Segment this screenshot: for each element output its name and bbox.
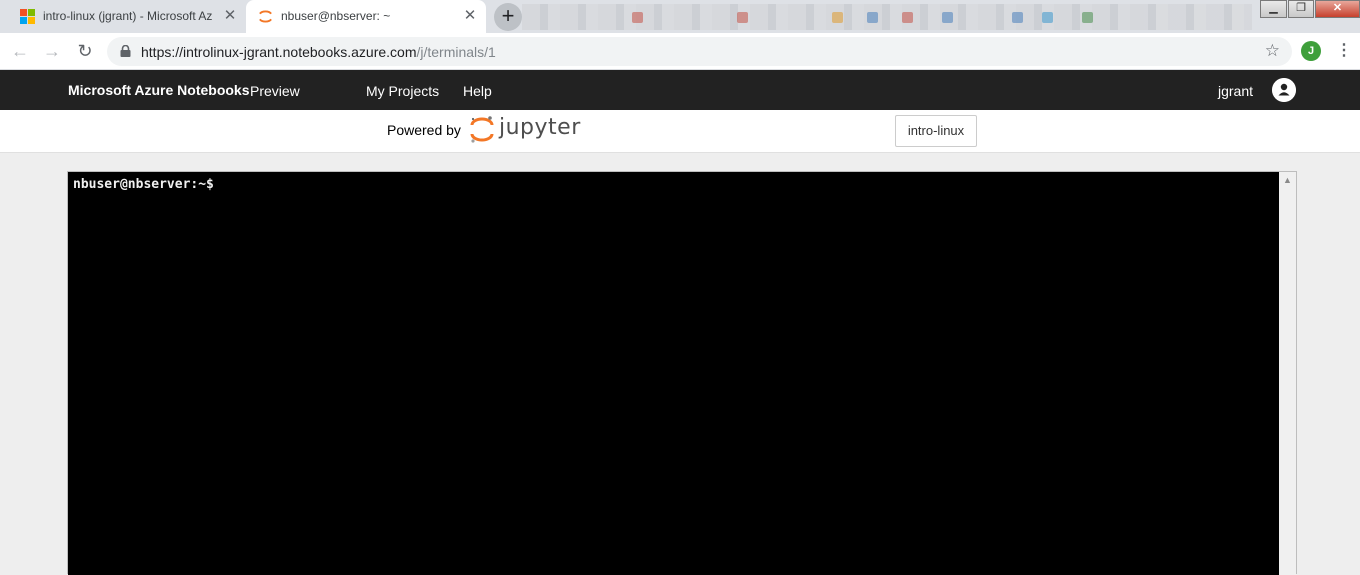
profile-avatar[interactable]: J [1301,41,1321,61]
blurred-bookmarks [522,4,1252,30]
browser-tab-strip: intro-linux (jgrant) - Microsoft Az ✕ nb… [0,0,1360,33]
lock-icon [120,45,131,57]
forward-arrow-icon[interactable]: → [40,40,64,64]
azure-notebooks-header: Microsoft Azure Notebooks Preview My Pro… [0,70,1360,110]
reload-icon[interactable]: ↻ [73,40,97,64]
browser-toolbar: ← → ↻ https://introlinux-jgrant.notebook… [0,33,1360,70]
project-button[interactable]: intro-linux [895,115,977,147]
jupyter-header: Powered by jupyter intro-linux [0,110,1360,153]
window-close-button[interactable]: ✕ [1315,0,1360,18]
scroll-up-arrow-icon[interactable]: ▲ [1279,174,1296,186]
bookmark-star-icon[interactable]: ☆ [1265,41,1280,61]
browser-tab-terminal[interactable]: nbuser@nbserver: ~ ✕ [246,0,486,33]
new-tab-button[interactable]: + [494,3,522,31]
terminal-scrollbar[interactable]: ▲ [1279,172,1296,575]
username-link[interactable]: jgrant [1218,83,1253,99]
url-text: https://introlinux-jgrant.notebooks.azur… [141,44,496,60]
microsoft-logo-icon [20,9,35,24]
terminal[interactable]: nbuser@nbserver:~$ [68,172,1280,575]
browser-menu-icon[interactable]: ⋮ [1336,42,1352,60]
powered-by-label: Powered by [387,122,461,138]
jupyter-logo-icon[interactable] [469,114,495,144]
close-tab-icon[interactable]: ✕ [222,8,238,24]
tab-title: intro-linux (jgrant) - Microsoft Az [43,9,213,23]
nav-my-projects[interactable]: My Projects [366,83,439,99]
url-host: https://introlinux-jgrant.notebooks.azur… [141,44,417,60]
terminal-prompt: nbuser@nbserver:~$ [73,177,214,192]
brand-link[interactable]: Microsoft Azure Notebooks [68,82,250,98]
back-arrow-icon[interactable]: ← [8,40,32,64]
url-path: /j/terminals/1 [416,44,496,60]
address-bar[interactable]: https://introlinux-jgrant.notebooks.azur… [107,37,1292,66]
user-avatar-icon[interactable] [1272,78,1296,102]
close-tab-icon[interactable]: ✕ [462,8,478,24]
preview-label: Preview [250,83,300,99]
tab-title: nbuser@nbserver: ~ [281,9,391,23]
nav-help[interactable]: Help [463,83,492,99]
terminal-container: nbuser@nbserver:~$ ▲ [67,171,1297,575]
window-maximize-button[interactable]: ❐ [1288,0,1314,18]
window-minimize-button[interactable]: ▁ [1260,0,1287,18]
jupyter-wordmark[interactable]: jupyter [499,115,581,140]
jupyter-logo-icon [259,10,272,23]
browser-tab-azure[interactable]: intro-linux (jgrant) - Microsoft Az ✕ [8,0,246,33]
